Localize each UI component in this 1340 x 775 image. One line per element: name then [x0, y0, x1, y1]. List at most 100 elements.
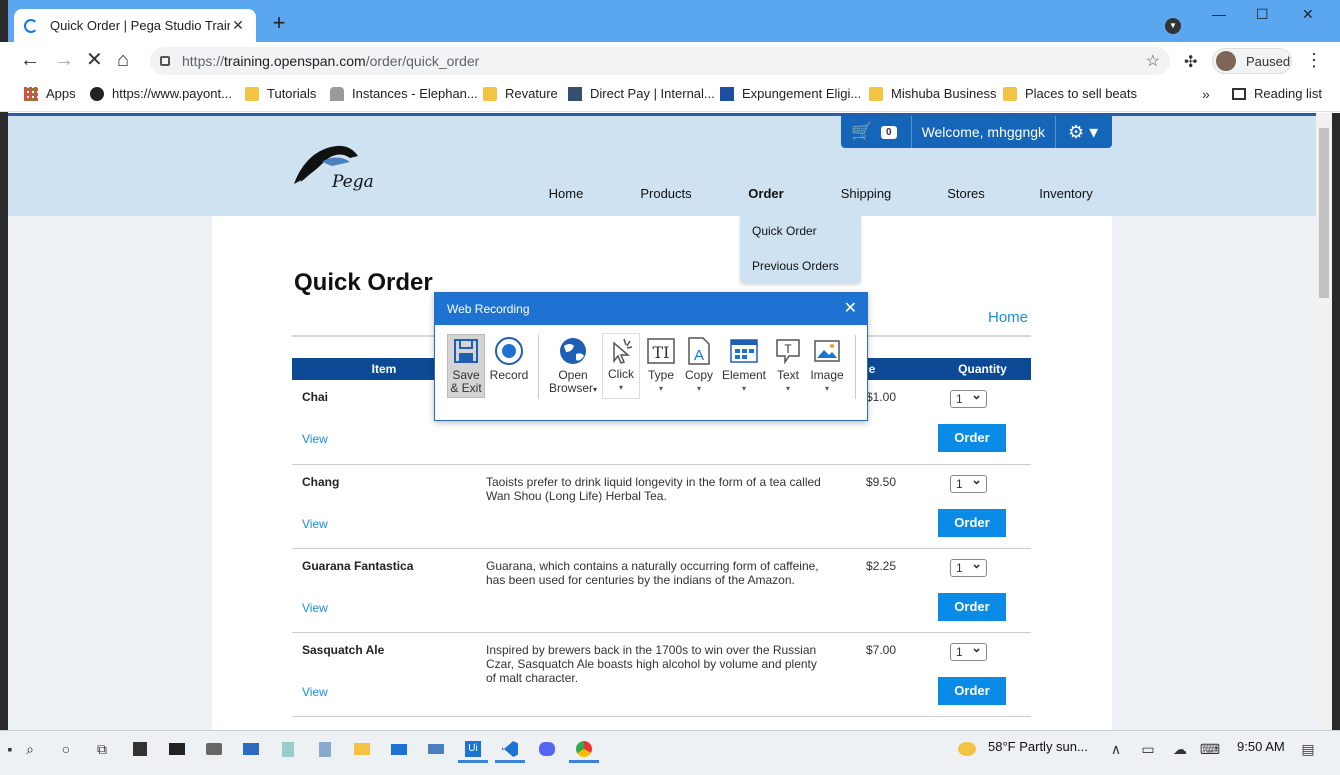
bookmarks-overflow-button[interactable]: »: [1202, 86, 1210, 102]
bookmark-label: Mishuba Business: [891, 86, 997, 101]
notifications-icon[interactable]: ▤: [1298, 740, 1318, 758]
nav-order[interactable]: Order: [716, 186, 816, 201]
discord-icon[interactable]: [537, 740, 557, 758]
clock-time[interactable]: 9:50 AM: [1237, 739, 1285, 754]
keyboard-app-icon[interactable]: [426, 740, 446, 758]
bookmark-tutorials[interactable]: Tutorials: [245, 86, 316, 101]
welcome-text: Welcome, mhggngk: [910, 116, 1057, 148]
weather-text[interactable]: 58°F Partly sun...: [988, 739, 1088, 754]
profile-button[interactable]: Paused: [1212, 48, 1292, 74]
folder-icon: [483, 86, 497, 101]
globe-icon: [90, 86, 104, 101]
order-button[interactable]: Order: [938, 508, 1006, 537]
save-exit-button[interactable]: Save & Exit: [447, 334, 485, 398]
bookmark-instances[interactable]: Instances - Elephan...: [330, 86, 478, 101]
image-button[interactable]: Image ▾: [807, 335, 847, 395]
order-button[interactable]: Order: [938, 592, 1006, 621]
quantity-select[interactable]: 1: [950, 640, 987, 661]
bookmark-revature[interactable]: Revature: [483, 86, 558, 101]
quantity-select[interactable]: 1: [950, 472, 987, 493]
page-title: Quick Order: [294, 269, 433, 296]
view-link[interactable]: View: [302, 432, 328, 446]
extensions-puzzle-icon[interactable]: ✣: [1184, 52, 1197, 72]
file-explorer-icon[interactable]: [352, 740, 372, 758]
tab-search-icon[interactable]: ▼: [1165, 18, 1181, 34]
gear-icon[interactable]: ⚙ ▾: [1068, 122, 1098, 143]
new-tab-button[interactable]: +: [268, 12, 290, 34]
tool-label: & Exit: [450, 381, 482, 395]
screen-icon[interactable]: [241, 740, 261, 758]
document-icon[interactable]: [315, 740, 335, 758]
store-icon[interactable]: [130, 740, 150, 758]
bookmark-payont[interactable]: https://www.payont...: [90, 86, 232, 101]
mail-icon[interactable]: [389, 740, 409, 758]
cortana-icon[interactable]: ○: [56, 740, 76, 758]
active-app-indicator: [569, 760, 599, 763]
toolbar-divider: [538, 335, 539, 399]
quantity-select[interactable]: 1: [950, 387, 987, 408]
element-button[interactable]: Element ▾: [720, 335, 768, 395]
onedrive-cloud-icon[interactable]: ☁: [1170, 740, 1190, 758]
chevron-up-icon[interactable]: ∧: [1106, 740, 1126, 758]
record-button[interactable]: Record: [487, 335, 531, 382]
tool-label: Element: [721, 368, 767, 382]
toolbar-divider: [855, 335, 856, 399]
stop-loading-icon[interactable]: ✕: [86, 50, 103, 70]
terminal-icon[interactable]: [167, 740, 187, 758]
keyboard-icon[interactable]: ⌨: [1200, 740, 1220, 758]
open-browser-button[interactable]: Open Browser▾: [547, 335, 599, 396]
scrollbar-thumb[interactable]: [1319, 128, 1329, 298]
notepad-icon[interactable]: [278, 740, 298, 758]
bookmark-direct-pay[interactable]: Direct Pay | Internal...: [568, 86, 715, 101]
bookmark-places[interactable]: Places to sell beats: [1003, 86, 1137, 101]
nav-shipping[interactable]: Shipping: [816, 186, 916, 201]
camera-icon[interactable]: [204, 740, 224, 758]
logo-text: Pega: [332, 172, 374, 192]
home-icon[interactable]: ⌂: [117, 50, 129, 70]
close-window-icon[interactable]: ✕: [1302, 6, 1314, 23]
chrome-icon[interactable]: [574, 740, 594, 758]
menu-item-previous-orders[interactable]: Previous Orders: [752, 259, 839, 273]
reading-list-button[interactable]: Reading list: [1232, 86, 1322, 101]
nav-inventory[interactable]: Inventory: [1016, 186, 1116, 201]
order-button[interactable]: Order: [938, 424, 1006, 452]
bookmark-mishuba[interactable]: Mishuba Business: [869, 86, 997, 101]
minimize-icon[interactable]: —: [1212, 6, 1226, 22]
bookmark-label: Tutorials: [267, 86, 317, 101]
bookmark-expungement[interactable]: Expungement Eligi...: [720, 86, 861, 101]
nav-stores[interactable]: Stores: [916, 186, 1016, 201]
svg-text:A: A: [694, 347, 704, 364]
cart-icon[interactable]: 🛒: [851, 122, 881, 142]
back-arrow-icon[interactable]: ←: [20, 50, 40, 70]
network-icon[interactable]: ▭: [1138, 740, 1158, 758]
nav-products[interactable]: Products: [616, 186, 716, 201]
task-view-icon[interactable]: ⧉: [92, 740, 112, 758]
forward-arrow-icon[interactable]: →: [54, 50, 74, 70]
close-icon[interactable]: ✕: [844, 293, 857, 325]
copy-button[interactable]: A Copy ▾: [677, 335, 721, 395]
nav-home[interactable]: Home: [516, 186, 616, 201]
user-bar: 🛒 0 Welcome, mhggngk ⚙ ▾: [841, 116, 1112, 148]
view-link[interactable]: View: [302, 517, 328, 531]
close-tab-icon[interactable]: ✕: [230, 17, 246, 34]
browser-tab[interactable]: Quick Order | Pega Studio Trainin ✕: [14, 9, 256, 42]
windows-start-icon[interactable]: ▪: [0, 740, 20, 758]
search-icon[interactable]: ⌕: [20, 740, 40, 758]
order-button[interactable]: Order: [938, 676, 1006, 705]
home-link[interactable]: Home: [988, 309, 1028, 326]
page-scrollbar[interactable]: [1316, 113, 1332, 730]
maximize-icon[interactable]: ☐: [1256, 6, 1269, 23]
weather-sun-icon[interactable]: [957, 740, 977, 758]
view-link[interactable]: View: [302, 601, 328, 615]
bookmark-apps[interactable]: Apps: [24, 86, 76, 101]
uipath-icon[interactable]: Ui: [463, 740, 483, 758]
menu-item-quick-order[interactable]: Quick Order: [752, 224, 817, 238]
vscode-icon[interactable]: [500, 740, 520, 758]
chrome-menu-icon[interactable]: ⋮: [1305, 50, 1323, 71]
bookmark-star-icon[interactable]: ☆: [1146, 51, 1160, 71]
view-link[interactable]: View: [302, 685, 328, 699]
text-button[interactable]: T Text ▾: [768, 335, 808, 395]
click-button[interactable]: Click ▾: [602, 333, 640, 399]
quantity-select[interactable]: 1: [950, 556, 987, 577]
address-bar[interactable]: https://training.openspan.com/order/quic…: [150, 47, 1170, 75]
